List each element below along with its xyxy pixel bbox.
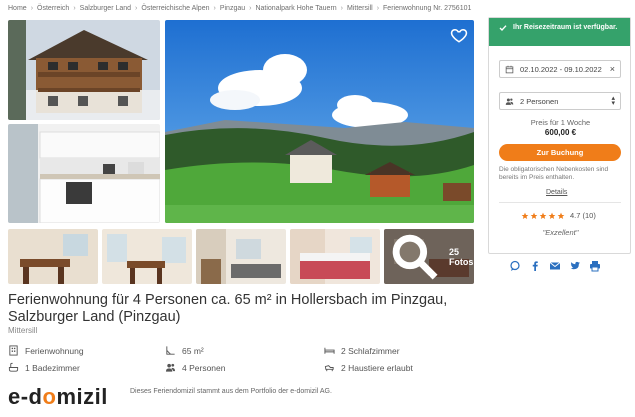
twitter-icon <box>570 261 580 270</box>
pet-icon <box>324 365 334 372</box>
feature-list: Ferienwohnung 65 m² 2 Schlafzimmer 1 Bad… <box>8 345 478 375</box>
portfolio-note: Dieses Feriendomizil stammt aus dem Port… <box>130 388 332 395</box>
print-button[interactable] <box>589 260 601 272</box>
rating-value: 4.7 (10) <box>570 211 596 220</box>
guests-value: 2 Personen <box>520 96 559 106</box>
more-photos-overlay[interactable]: 25 Fotos <box>384 229 474 284</box>
clear-icon[interactable]: × <box>610 64 615 74</box>
photo-kitchen[interactable] <box>8 124 160 223</box>
facebook-icon <box>532 261 538 271</box>
availability-text: Ihr Reisezeitraum ist verfügbar. <box>513 24 618 31</box>
feature-label: 2 Haustiere erlaubt <box>341 362 413 373</box>
date-range-field[interactable]: 02.10.2022 - 09.10.2022 × <box>499 60 621 78</box>
feature-label: Ferienwohnung <box>25 345 84 356</box>
book-button[interactable]: Zur Buchung <box>499 144 621 161</box>
photo-chalet-exterior[interactable] <box>8 20 160 120</box>
breadcrumb-separator: › <box>135 4 138 12</box>
breadcrumb-separator: › <box>213 4 216 12</box>
feature-bedrooms: 2 Schlafzimmer <box>324 345 400 356</box>
feature-label: 4 Personen <box>182 362 226 373</box>
breadcrumb-subregion[interactable]: Pinzgau <box>220 5 245 12</box>
logo-text-end: mizil <box>56 384 108 409</box>
logo-text-accent: o <box>42 384 57 409</box>
availability-banner: Ihr Reisezeitraum ist verfügbar. <box>489 18 630 46</box>
mail-icon <box>549 262 561 270</box>
booking-panel: Ihr Reisezeitraum ist verfügbar. 02.10.2… <box>488 17 631 254</box>
feature-property-type: Ferienwohnung <box>8 345 84 356</box>
feature-bathrooms: 1 Badezimmer <box>8 362 80 373</box>
whatsapp-icon <box>510 260 520 271</box>
cost-note: Die obligatorischen Nebenkosten sind ber… <box>499 166 609 181</box>
building-icon <box>9 345 18 356</box>
feature-guests: 4 Personen <box>165 362 225 373</box>
price-label: Preis für 1 Woche <box>530 118 591 127</box>
logo-text-start: e-d <box>8 384 43 409</box>
breadcrumb-current: Ferienwohnung Nr. 2756101 <box>383 4 472 12</box>
price-value: 600,00 € <box>544 128 577 137</box>
listing-location: Mittersill <box>8 326 38 335</box>
details-link[interactable]: Details <box>546 189 567 196</box>
thumb-more-photos[interactable]: 25 Fotos <box>384 229 474 284</box>
breadcrumb-town[interactable]: Mittersill <box>347 5 373 12</box>
feature-area: 65 m² <box>165 345 204 356</box>
more-photos-label: 25 Fotos <box>448 246 474 267</box>
thumb-living-area[interactable] <box>102 229 192 284</box>
guests-select[interactable]: 2 Personen ▴ ▾ <box>499 92 621 110</box>
star-icon <box>530 212 538 219</box>
rating-stars <box>521 212 565 220</box>
breadcrumb-park[interactable]: Nationalpark Hohe Tauern <box>255 5 336 12</box>
breadcrumb-home[interactable]: Home <box>8 5 27 12</box>
date-range-value: 02.10.2022 - 09.10.2022 <box>520 64 602 74</box>
photo-main-landscape[interactable] <box>165 20 474 223</box>
feature-label: 65 m² <box>182 345 204 356</box>
print-icon <box>590 261 600 272</box>
breadcrumb-region[interactable]: Österreichische Alpen <box>141 5 209 12</box>
whatsapp-button[interactable] <box>509 260 521 272</box>
bath-icon <box>8 362 19 372</box>
favorite-button[interactable] <box>450 26 468 44</box>
share-bar <box>509 260 601 272</box>
calendar-icon <box>505 65 514 73</box>
e-domizil-logo: e-d o mizil <box>8 384 108 410</box>
breadcrumb: Home › Österreich › Salzburger Land › Öster… <box>8 3 471 13</box>
area-icon <box>166 346 175 355</box>
thumb-bedroom[interactable] <box>290 229 380 284</box>
thumb-dining[interactable] <box>8 229 98 284</box>
twitter-button[interactable] <box>569 260 581 272</box>
divider <box>499 202 621 203</box>
heart-icon <box>450 28 468 43</box>
breadcrumb-separator: › <box>249 4 252 12</box>
listing-title: Ferienwohnung für 4 Personen ca. 65 m² i… <box>8 292 448 325</box>
sort-arrows-icon: ▴ ▾ <box>611 95 615 107</box>
bed-icon <box>324 347 335 354</box>
breadcrumb-separator: › <box>340 4 344 12</box>
feature-pets: 2 Haustiere erlaubt <box>324 362 413 373</box>
feature-label: 1 Badezimmer <box>25 362 80 373</box>
search-icon <box>392 234 438 280</box>
feature-label: 2 Schlafzimmer <box>341 345 400 356</box>
breadcrumb-separator: › <box>73 4 76 12</box>
people-icon <box>505 98 514 105</box>
breadcrumb-state[interactable]: Salzburger Land <box>80 5 131 12</box>
star-icon <box>557 212 565 219</box>
rating-word: "Exzellent" <box>542 228 579 237</box>
breadcrumb-country[interactable]: Österreich <box>37 5 69 12</box>
people-icon <box>165 363 176 372</box>
check-icon <box>499 25 507 31</box>
thumb-living-room[interactable] <box>196 229 286 284</box>
mail-button[interactable] <box>549 260 561 272</box>
star-icon <box>521 212 529 219</box>
breadcrumb-separator: › <box>30 4 34 12</box>
rating[interactable]: 4.7 (10) <box>521 211 596 220</box>
star-icon <box>539 212 547 219</box>
breadcrumb-separator: › <box>376 4 380 12</box>
facebook-button[interactable] <box>529 260 541 272</box>
star-icon <box>548 212 556 219</box>
